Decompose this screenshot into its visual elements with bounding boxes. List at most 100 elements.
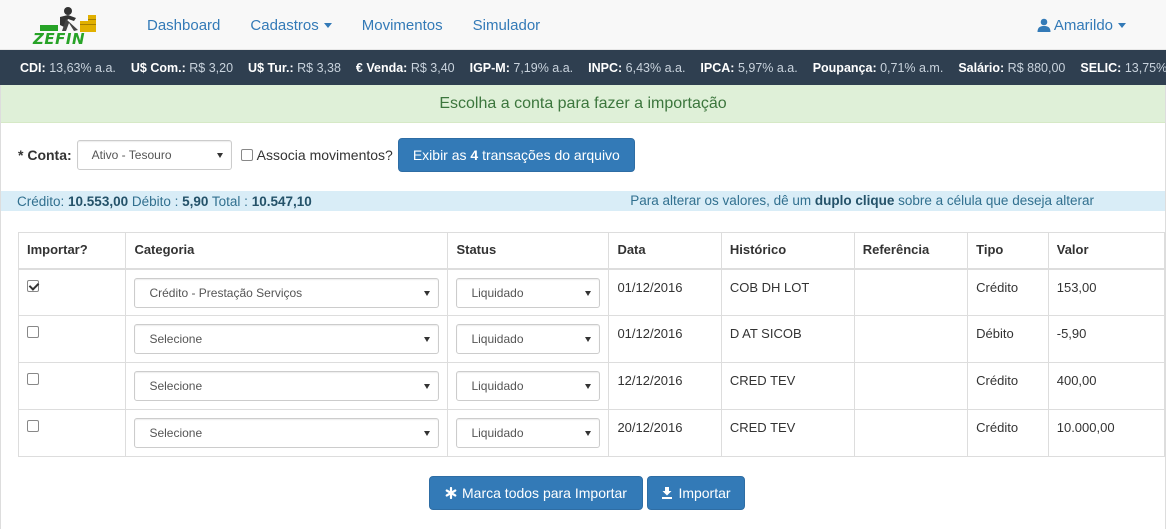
categoria-cell: Selecione bbox=[125, 315, 449, 363]
import-button[interactable]: Importar bbox=[647, 476, 745, 510]
status-select[interactable]: Liquidado bbox=[456, 324, 601, 354]
col-status: Status bbox=[447, 232, 610, 270]
status-cell: Liquidado bbox=[447, 362, 610, 410]
hint-suffix: sobre a célula que deseja alterar bbox=[894, 193, 1094, 208]
data-cell[interactable]: 12/12/2016 bbox=[608, 362, 722, 410]
caret-down-icon bbox=[1118, 22, 1126, 28]
rate-selic: SELIC: 13,75% a.a. bbox=[1080, 60, 1166, 75]
rate-poupanca: Poupança: 0,71% a.m. bbox=[812, 60, 944, 75]
nav-cadastros[interactable]: Cadastros bbox=[235, 17, 346, 34]
main-content: Escolha a conta para fazer a importação … bbox=[0, 85, 1166, 529]
valor-cell[interactable]: 10.000,00 bbox=[1047, 409, 1166, 457]
status-value: Liquidado bbox=[471, 426, 524, 440]
tipo-cell[interactable]: Débito bbox=[967, 315, 1049, 363]
categoria-value: Crédito - Prestação Serviços bbox=[149, 285, 303, 300]
categoria-select[interactable]: Selecione bbox=[134, 371, 440, 401]
data-cell[interactable]: 01/12/2016 bbox=[608, 315, 722, 363]
status-select[interactable]: Liquidado bbox=[456, 371, 601, 401]
dropdown-arrow-icon bbox=[424, 337, 431, 342]
brand-logo[interactable]: ZEFIN bbox=[30, 3, 105, 48]
account-form: * Conta: Ativo - Tesouro Associa movimen… bbox=[18, 138, 635, 172]
referencia-cell[interactable] bbox=[853, 362, 969, 410]
referencia-cell[interactable] bbox=[853, 268, 969, 316]
importar-cell bbox=[17, 409, 127, 457]
nav-simulador[interactable]: Simulador bbox=[458, 17, 556, 34]
historico-cell[interactable]: COB DH LOT bbox=[720, 268, 855, 316]
row-import-checkbox[interactable] bbox=[27, 279, 39, 292]
table-row: Crédito - Prestação Serviços Liquidado 0… bbox=[17, 268, 1166, 316]
nav-dashboard[interactable]: Dashboard bbox=[132, 17, 235, 34]
debito-label: Débito : bbox=[128, 193, 183, 209]
action-buttons: Marca todos para Importar Importar bbox=[429, 476, 745, 510]
col-valor: Valor bbox=[1047, 232, 1166, 270]
col-data: Data bbox=[608, 232, 722, 270]
main-nav: Dashboard Cadastros Movimentos Simulador bbox=[132, 0, 555, 50]
tipo-cell[interactable]: Crédito bbox=[967, 409, 1049, 457]
status-select[interactable]: Liquidado bbox=[456, 277, 601, 308]
col-historico: Histórico bbox=[720, 232, 855, 270]
valor-cell[interactable]: 400,00 bbox=[1047, 362, 1166, 410]
associa-checkbox[interactable] bbox=[240, 149, 253, 161]
user-menu[interactable]: Amarildo bbox=[1037, 0, 1126, 50]
categoria-value: Selecione bbox=[149, 332, 203, 346]
nav-label: Cadastros bbox=[250, 16, 319, 34]
credito-label: Crédito: bbox=[17, 193, 69, 209]
user-name: Amarildo bbox=[1053, 16, 1113, 34]
valor-cell[interactable]: -5,90 bbox=[1047, 315, 1166, 363]
total-label: Total : bbox=[208, 193, 252, 209]
referencia-cell[interactable] bbox=[853, 409, 969, 457]
rate-euro: € Venda: R$ 3,40 bbox=[355, 60, 455, 75]
status-value: Liquidado bbox=[471, 379, 524, 393]
rate-usd-com: U$ Com.: R$ 3,20 bbox=[130, 60, 234, 75]
associa-movimentos[interactable]: Associa movimentos? bbox=[240, 147, 393, 163]
row-import-checkbox[interactable] bbox=[27, 420, 39, 432]
dropdown-arrow-icon bbox=[216, 153, 223, 158]
nav-label: Movimentos bbox=[361, 16, 443, 34]
credito-value: 10.553,00 bbox=[68, 193, 129, 209]
show-transactions-button[interactable]: Exibir as 4 transações do arquivo bbox=[397, 138, 635, 172]
rate-cdi: CDI: 13,63% a.a. bbox=[20, 60, 116, 75]
rate-ipca: IPCA: 5,97% a.a. bbox=[700, 60, 798, 75]
categoria-select[interactable]: Crédito - Prestação Serviços bbox=[134, 277, 440, 308]
row-import-checkbox[interactable] bbox=[27, 326, 39, 338]
categoria-select[interactable]: Selecione bbox=[134, 418, 440, 448]
importar-cell bbox=[17, 362, 127, 410]
rates-bar: CDI: 13,63% a.a. U$ Com.: R$ 3,20 U$ Tur… bbox=[0, 50, 1166, 85]
hint-bold: duplo clique bbox=[814, 193, 895, 208]
importar-cell bbox=[17, 315, 127, 363]
data-cell[interactable]: 01/12/2016 bbox=[608, 268, 722, 316]
valor-cell[interactable]: 153,00 bbox=[1047, 268, 1166, 316]
col-importar: Importar? bbox=[17, 232, 127, 270]
nav-label: Simulador bbox=[472, 16, 541, 34]
status-select[interactable]: Liquidado bbox=[456, 418, 601, 448]
rate-igpm: IGP-M: 7,19% a.a. bbox=[469, 60, 574, 75]
import-label: Importar bbox=[678, 485, 731, 501]
nav-label: Dashboard bbox=[147, 16, 221, 34]
table-row: Selecione Liquidado 20/12/2016 CRED TEV … bbox=[17, 409, 1166, 457]
categoria-cell: Crédito - Prestação Serviços bbox=[125, 268, 449, 316]
user-icon bbox=[1037, 18, 1051, 32]
show-btn-prefix: Exibir as bbox=[412, 147, 471, 163]
conta-selected-value: Ativo - Tesouro bbox=[91, 148, 172, 162]
mark-all-label: Marca todos para Importar bbox=[462, 485, 627, 501]
row-import-checkbox[interactable] bbox=[27, 373, 39, 385]
referencia-cell[interactable] bbox=[853, 315, 969, 363]
dropdown-arrow-icon bbox=[585, 431, 592, 436]
rate-salario: Salário: R$ 880,00 bbox=[958, 60, 1066, 75]
historico-cell[interactable]: CRED TEV bbox=[720, 409, 855, 457]
status-cell: Liquidado bbox=[447, 268, 610, 316]
tipo-cell[interactable]: Crédito bbox=[967, 268, 1049, 316]
historico-cell[interactable]: D AT SICOB bbox=[720, 315, 855, 363]
mark-all-button[interactable]: Marca todos para Importar bbox=[429, 476, 643, 510]
debito-value: 5,90 bbox=[182, 193, 209, 209]
categoria-select[interactable]: Selecione bbox=[134, 324, 440, 354]
data-cell[interactable]: 20/12/2016 bbox=[608, 409, 722, 457]
dropdown-arrow-icon bbox=[585, 337, 592, 342]
tipo-cell[interactable]: Crédito bbox=[967, 362, 1049, 410]
conta-select[interactable]: Ativo - Tesouro bbox=[76, 140, 232, 170]
nav-movimentos[interactable]: Movimentos bbox=[347, 17, 458, 34]
categoria-cell: Selecione bbox=[125, 362, 449, 410]
historico-cell[interactable]: CRED TEV bbox=[720, 362, 855, 410]
rate-inpc: INPC: 6,43% a.a. bbox=[588, 60, 686, 75]
rate-usd-tur: U$ Tur.: R$ 3,38 bbox=[248, 60, 341, 75]
